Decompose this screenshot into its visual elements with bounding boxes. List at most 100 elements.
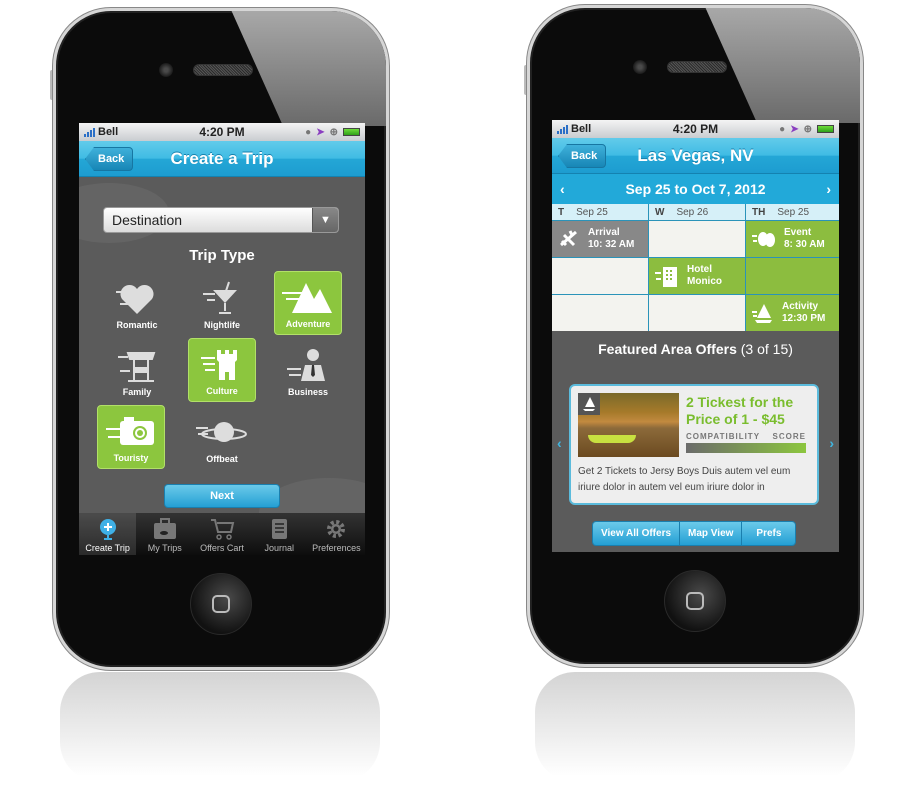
trip-type-adventure[interactable]: Adventure: [274, 271, 342, 335]
carousel-next-icon[interactable]: ›: [829, 435, 834, 451]
canoe-graphic: [588, 435, 636, 443]
gear-icon: [327, 520, 346, 538]
day-header: W Sep 26: [649, 204, 745, 220]
cocktail-icon: [203, 281, 237, 314]
featured-count: (3 of 15): [740, 341, 793, 357]
compatibility-label: COMPATIBILITY: [686, 432, 761, 441]
carousel-icon: [118, 352, 156, 382]
itinerary-activity[interactable]: Activity 12:30 PM: [746, 295, 839, 331]
earpiece-speaker: [667, 61, 727, 73]
offer-description: Get 2 Tickets to Jersy Boys Duis autem v…: [578, 466, 791, 493]
earpiece-speaker: [193, 64, 253, 76]
nav-bar: Back Create a Trip: [79, 141, 365, 177]
businessman-icon: [287, 349, 325, 381]
itinerary-empty-slot[interactable]: [746, 258, 839, 294]
sailboat-icon: [578, 393, 600, 415]
planet-icon: [196, 422, 247, 442]
phone-reflection: [535, 672, 855, 782]
page-title: Las Vegas, NV: [637, 145, 754, 165]
hotel-building-icon: [655, 267, 677, 287]
trip-type-label: Business: [287, 387, 329, 397]
event-title: Arrival: [588, 227, 620, 238]
destination-select-value: Destination: [112, 212, 183, 228]
trip-itinerary-screen: Bell 4:20 PM ● ➤ ⊕ Back Las Vegas, NV ‹ Se…: [552, 120, 839, 552]
create-trip-screen: Bell 4:20 PM ● ➤ ⊕ Back Create a Trip Dest…: [79, 123, 365, 555]
page-title: Create a Trip: [170, 148, 274, 168]
compatibility-score-bar: [686, 438, 806, 453]
tab-bar: Create Trip My Trips Offers Cart Journal…: [79, 513, 365, 555]
globe-icon: [99, 519, 116, 540]
rotation-lock-icon: ⊕: [803, 123, 812, 135]
event-time: 8: 30 AM: [784, 239, 825, 250]
cart-icon: [211, 519, 235, 540]
itinerary-arrival[interactable]: Arrival 10: 32 AM: [552, 221, 648, 257]
day-letter: TH: [752, 206, 766, 218]
view-all-offers-button[interactable]: View All Offers: [593, 522, 681, 545]
offer-card[interactable]: 2 Tickest for the Price of 1 - $45 COMPA…: [569, 384, 819, 505]
trip-type-touristy[interactable]: Touristy: [97, 405, 165, 469]
trip-type-label: Offbeat: [206, 454, 238, 464]
home-button[interactable]: [664, 570, 726, 632]
airplane-icon: [560, 230, 577, 247]
tab-offers-cart[interactable]: Offers Cart: [193, 513, 250, 555]
sailboat-icon: [752, 304, 772, 323]
itinerary-empty-slot[interactable]: [649, 221, 745, 257]
chevron-left-icon[interactable]: ‹: [560, 181, 565, 197]
day-letter: T: [558, 206, 565, 218]
day-letter: W: [655, 206, 665, 218]
trip-type-heading: Trip Type: [189, 247, 255, 264]
carousel-prev-icon[interactable]: ‹: [557, 435, 562, 451]
phone-left: Bell 4:20 PM ● ➤ ⊕ Back Create a Trip Dest…: [53, 8, 389, 670]
clock-icon: ●: [305, 126, 312, 138]
trip-type-label: Family: [122, 387, 152, 397]
trip-type-label: Culture: [206, 386, 238, 396]
trip-type-nightlife[interactable]: Nightlife: [188, 271, 256, 335]
trip-type-romantic[interactable]: Romantic: [103, 271, 171, 335]
tab-preferences[interactable]: Preferences: [308, 513, 365, 555]
tab-journal[interactable]: Journal: [251, 513, 308, 555]
front-camera: [159, 63, 173, 77]
date-range-bar: ‹ Sep 25 to Oct 7, 2012 ›: [552, 174, 839, 204]
trip-type-offbeat[interactable]: Offbeat: [188, 405, 256, 469]
chevron-down-icon[interactable]: ▼: [312, 208, 338, 232]
trip-type-label: Nightlife: [204, 320, 240, 330]
event-title: Activity: [782, 301, 819, 312]
home-button[interactable]: [190, 573, 252, 635]
nav-bar: Back Las Vegas, NV: [552, 138, 839, 174]
castle-tower-icon: [201, 350, 237, 380]
prefs-button[interactable]: Prefs: [742, 522, 796, 545]
back-button[interactable]: Back: [558, 144, 607, 168]
trip-type-label: Romantic: [116, 320, 158, 330]
score-marker: [777, 438, 787, 443]
map-view-button[interactable]: Map View: [680, 522, 743, 545]
day-date: Sep 26: [676, 206, 709, 218]
chevron-right-icon[interactable]: ›: [826, 181, 831, 197]
trip-type-family[interactable]: Family: [103, 338, 171, 402]
trip-type-label: Touristy: [113, 453, 149, 463]
destination-select[interactable]: Destination ▼: [103, 207, 339, 233]
clock-icon: ●: [779, 123, 786, 135]
trip-type-label: Adventure: [285, 319, 331, 329]
itinerary-empty-slot[interactable]: [552, 258, 648, 294]
tab-create-trip[interactable]: Create Trip: [79, 513, 137, 555]
back-button[interactable]: Back: [85, 147, 134, 171]
next-button[interactable]: Next: [164, 484, 280, 508]
compatibility-label-row: COMPATIBILITY SCORE: [686, 432, 806, 441]
front-camera: [633, 60, 647, 74]
battery-icon: [343, 128, 360, 136]
itinerary-event[interactable]: Event 8: 30 AM: [746, 221, 839, 257]
featured-title: Featured Area Offers: [598, 341, 737, 357]
trip-type-culture[interactable]: Culture: [188, 338, 256, 402]
event-title: Event: [784, 227, 812, 238]
offer-title: 2 Tickest for the Price of 1 - $45: [686, 394, 794, 427]
event-time: 12:30 PM: [782, 313, 826, 324]
status-bar: Bell 4:20 PM ● ➤ ⊕: [552, 120, 839, 138]
phone-right: Bell 4:20 PM ● ➤ ⊕ Back Las Vegas, NV ‹ Se…: [527, 5, 863, 667]
trip-type-business[interactable]: Business: [274, 338, 342, 402]
offer-actions: View All Offers Map View Prefs: [592, 521, 797, 546]
itinerary-empty-slot[interactable]: [649, 295, 745, 331]
tab-my-trips[interactable]: My Trips: [136, 513, 193, 555]
itinerary-hotel[interactable]: Hotel Monico: [649, 258, 745, 294]
suitcase-icon: [153, 518, 176, 539]
itinerary-empty-slot[interactable]: [552, 295, 648, 331]
